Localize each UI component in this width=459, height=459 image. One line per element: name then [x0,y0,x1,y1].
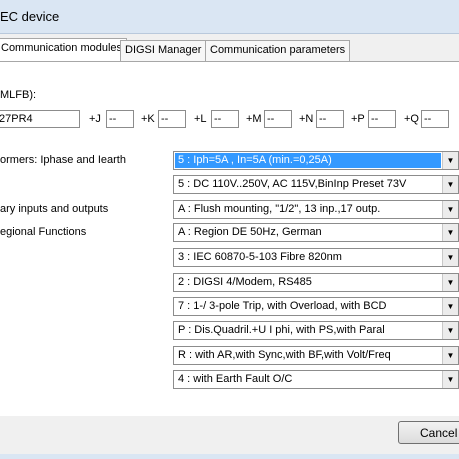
window-border [0,454,459,459]
mlfb-label: MLFB): [0,89,37,101]
option-field-m[interactable]: -- [264,110,292,128]
dropdown-value: 5 : Iph=5A , In=5A (min.=0,25A) [175,153,441,168]
option-prefix-p: +P [351,113,365,125]
cancel-button[interactable]: Cancel [398,421,459,444]
dropdown-value: P : Dis.Quadril.+U I phi, with PS,with P… [178,324,385,336]
option-field-j[interactable]: -- [106,110,134,128]
dropdown-value: 7 : 1-/ 3-pole Trip, with Overload, with… [178,300,387,312]
dropdown-service-interface[interactable]: 2 : DIGSI 4/Modem, RS485 ▼ [173,273,459,292]
chevron-down-icon[interactable]: ▼ [442,322,458,339]
dropdown-auto-reclose[interactable]: R : with AR,with Sync,with BF,with Volt/… [173,346,459,365]
field-label-regional-functions: egional Functions [0,226,87,238]
option-prefix-l: +L [194,113,207,125]
dropdown-value: A : Flush mounting, "1/2", 13 inp.,17 ou… [178,203,381,215]
dropdown-value: A : Region DE 50Hz, German [178,226,322,238]
dropdown-system-interface[interactable]: 3 : IEC 60870-5-103 Fibre 820nm ▼ [173,248,459,267]
dropdown-regional-functions[interactable]: A : Region DE 50Hz, German ▼ [173,223,459,242]
option-prefix-q: +Q [404,113,419,125]
option-prefix-m: +M [246,113,262,125]
dropdown-value: 5 : DC 110V..250V, AC 115V,BinInp Preset… [178,178,407,190]
dropdown-value: 2 : DIGSI 4/Modem, RS485 [178,276,312,288]
chevron-down-icon[interactable]: ▼ [442,371,458,388]
option-prefix-n: +N [299,113,314,125]
dropdown-distance-protection[interactable]: P : Dis.Quadril.+U I phi, with PS,with P… [173,321,459,340]
option-field-k[interactable]: -- [158,110,186,128]
dropdown-value: 4 : with Earth Fault O/C [178,373,293,385]
option-field-q[interactable]: -- [421,110,449,128]
dropdown-earth-fault[interactable]: 4 : with Earth Fault O/C ▼ [173,370,459,389]
dropdown-value: 3 : IEC 60870-5-103 Fibre 820nm [178,251,342,263]
chevron-down-icon[interactable]: ▼ [442,347,458,364]
chevron-down-icon[interactable]: ▼ [442,201,458,218]
tab-communication-modules[interactable]: Communication modules [0,38,128,61]
dropdown-trip-mode[interactable]: 7 : 1-/ 3-pole Trip, with Overload, with… [173,297,459,316]
option-field-n[interactable]: -- [316,110,344,128]
chevron-down-icon[interactable]: ▼ [442,152,458,169]
option-field-l[interactable]: -- [211,110,239,128]
title-bar: EC device [0,0,459,34]
mlfb-field[interactable]: 27PR4 [0,110,80,128]
dropdown-binary-io[interactable]: A : Flush mounting, "1/2", 13 inp.,17 ou… [173,200,459,219]
chevron-down-icon[interactable]: ▼ [442,298,458,315]
dialog-footer [0,416,459,459]
field-label-current-transformers: ormers: Iphase and Iearth [0,154,126,166]
chevron-down-icon[interactable]: ▼ [442,274,458,291]
option-prefix-k: +K [141,113,155,125]
dropdown-auxiliary-voltage[interactable]: 5 : DC 110V..250V, AC 115V,BinInp Preset… [173,175,459,194]
tab-digsi-manager[interactable]: DIGSI Manager [120,40,207,61]
dropdown-value: R : with AR,with Sync,with BF,with Volt/… [178,349,391,361]
option-prefix-j: +J [89,113,101,125]
option-field-p[interactable]: -- [368,110,396,128]
tab-communication-parameters[interactable]: Communication parameters [205,40,351,61]
dropdown-current-transformers[interactable]: 5 : Iph=5A , In=5A (min.=0,25A) ▼ [173,151,459,170]
chevron-down-icon[interactable]: ▼ [442,249,458,266]
chevron-down-icon[interactable]: ▼ [442,176,458,193]
field-label-binary-io: ary inputs and outputs [0,203,109,215]
chevron-down-icon[interactable]: ▼ [442,224,458,241]
window-title: EC device [0,9,60,24]
